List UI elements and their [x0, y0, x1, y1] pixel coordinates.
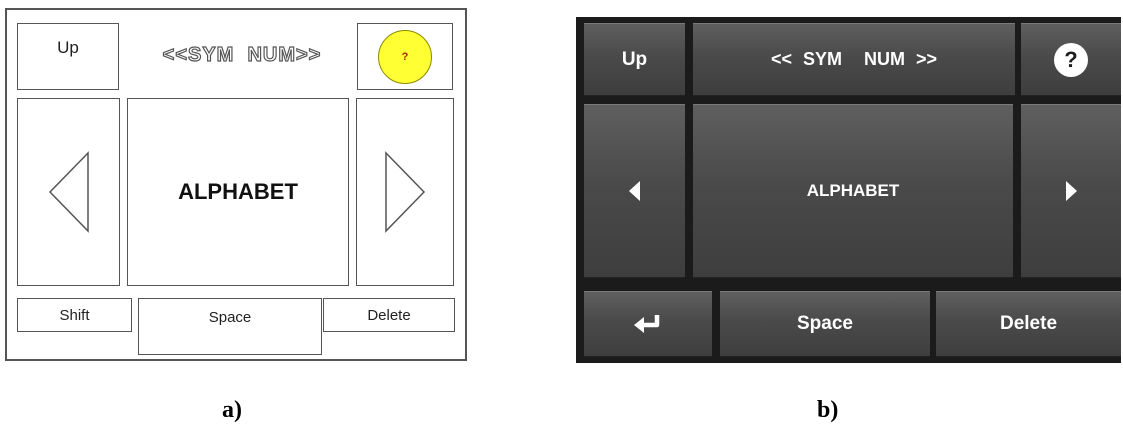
up-button[interactable]: Up — [17, 23, 119, 90]
help-label: ? — [401, 50, 409, 63]
enter-button[interactable] — [584, 291, 712, 357]
next-arrow-button[interactable] — [356, 98, 454, 286]
shift-button[interactable]: Shift — [17, 298, 132, 332]
delete-button[interactable]: Delete — [323, 298, 455, 332]
alphabet-label: ALPHABET — [178, 179, 298, 204]
alphabet-key[interactable]: ALPHABET — [127, 98, 349, 286]
space-button[interactable]: Space — [138, 298, 322, 355]
up-button[interactable]: Up — [584, 23, 685, 96]
sym-num-label: <<SYM NUM>> — [162, 43, 322, 66]
up-button-label: Up — [57, 38, 79, 57]
sym-num-switch[interactable]: << SYM NUM >> — [693, 23, 1015, 96]
help-button[interactable]: ? — [357, 23, 453, 90]
triangle-right-icon — [1066, 181, 1077, 201]
help-button[interactable]: ? — [1021, 23, 1121, 96]
space-label: Space — [797, 313, 853, 334]
sym-num-switch[interactable]: <<SYM NUM>> — [132, 38, 352, 72]
help-label: ? — [1064, 46, 1078, 72]
alphabet-label: ALPHABET — [806, 181, 900, 200]
up-button-label: Up — [621, 48, 648, 70]
shift-label: Shift — [59, 306, 90, 324]
sym-num-label: << SYM NUM >> — [770, 49, 938, 69]
help-circle-icon: ? — [378, 29, 432, 84]
triangle-left-outline-icon — [48, 151, 89, 233]
space-label: Space — [208, 309, 252, 326]
previous-arrow-button[interactable] — [17, 98, 120, 286]
delete-label: Delete — [367, 306, 411, 324]
delete-button[interactable]: Delete — [936, 291, 1121, 357]
triangle-left-icon — [628, 181, 640, 201]
triangle-right-outline-icon — [385, 151, 426, 233]
keyboard-wireframe-panel: Up <<SYM NUM>> ? ALPHABET Shift Space De… — [5, 8, 467, 361]
previous-arrow-button[interactable] — [584, 104, 685, 278]
alphabet-key[interactable]: ALPHABET — [693, 104, 1013, 278]
keyboard-dark-panel: Up << SYM NUM >> ? ALPHABET Space Delete — [576, 17, 1121, 363]
delete-label: Delete — [999, 313, 1058, 334]
caption-b: b) — [817, 397, 839, 423]
space-button[interactable]: Space — [720, 291, 930, 357]
help-circle-icon: ? — [1054, 42, 1088, 77]
caption-a: a) — [222, 397, 242, 423]
next-arrow-button[interactable] — [1021, 104, 1121, 278]
enter-return-icon — [634, 315, 660, 333]
